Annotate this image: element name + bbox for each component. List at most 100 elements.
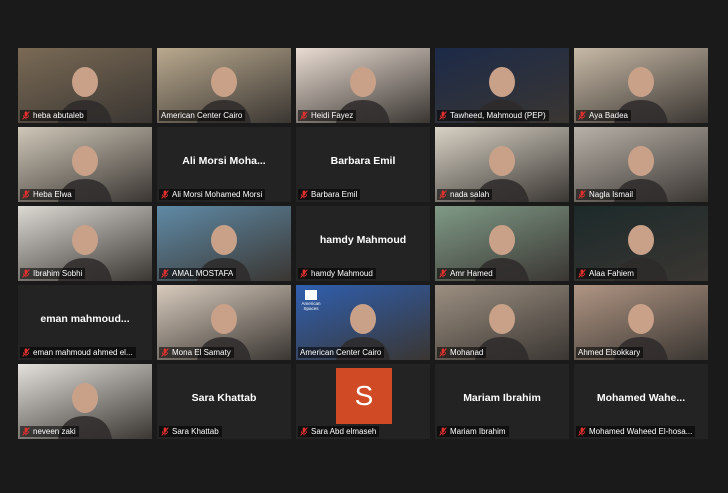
- participant-tile[interactable]: American Spaces American Center Cairo: [296, 285, 430, 360]
- participant-tile[interactable]: S Sara Abd elmaseh: [296, 364, 430, 439]
- participant-name: Alaa Fahiem: [589, 269, 634, 278]
- muted-mic-icon: [300, 111, 308, 120]
- participant-tile[interactable]: hamdy Mahmoud hamdy Mahmoud: [296, 206, 430, 281]
- participant-name-label: Mona El Samaty: [159, 347, 234, 358]
- participant-display-name: hamdy Mahmoud: [319, 234, 407, 246]
- participant-name: Ahmed Elsokkary: [578, 348, 641, 357]
- participant-display-name: Mariam Ibrahim: [463, 392, 541, 404]
- muted-mic-icon: [22, 269, 30, 278]
- participant-name-label: AMAL MOSTAFA: [159, 268, 237, 279]
- participant-tile[interactable]: Heba Elwa: [18, 127, 152, 202]
- participant-name: American Center Cairo: [300, 348, 382, 357]
- participant-name-label: Ahmed Elsokkary: [576, 347, 644, 358]
- participant-name: Sara Khattab: [172, 427, 219, 436]
- participant-name: Mohamed Waheed El-hosa...: [589, 427, 693, 436]
- participant-name: Heidi Fayez: [311, 111, 354, 120]
- participant-tile[interactable]: Alaa Fahiem: [574, 206, 708, 281]
- participant-tile[interactable]: Tawheed, Mahmoud (PEP): [435, 48, 569, 123]
- participant-name: Ibrahim Sobhi: [33, 269, 83, 278]
- participant-name: AMAL MOSTAFA: [172, 269, 234, 278]
- muted-mic-icon: [439, 427, 447, 436]
- participant-name: eman mahmoud ahmed el...: [33, 348, 133, 357]
- participant-name-label: Aya Badea: [576, 110, 631, 121]
- participant-name: Heba Elwa: [33, 190, 72, 199]
- muted-mic-icon: [161, 348, 169, 357]
- participant-display-name: Mohamed Wahe...: [596, 392, 686, 404]
- participant-name: hamdy Mahmoud: [311, 269, 373, 278]
- participant-name: Nagla Ismail: [589, 190, 634, 199]
- participant-tile[interactable]: Mohamed Wahe... Mohamed Waheed El-hosa...: [574, 364, 708, 439]
- participant-name-label: hamdy Mahmoud: [298, 268, 376, 279]
- participant-name-label: American Center Cairo: [298, 347, 385, 358]
- participant-name-label: Heba Elwa: [20, 189, 75, 200]
- muted-mic-icon: [22, 348, 30, 357]
- participant-tile[interactable]: Amr Hamed: [435, 206, 569, 281]
- participant-name-label: Heidi Fayez: [298, 110, 357, 121]
- muted-mic-icon: [161, 269, 169, 278]
- participant-name: nada salah: [450, 190, 490, 199]
- muted-mic-icon: [300, 427, 308, 436]
- participant-name: Sara Abd elmaseh: [311, 427, 377, 436]
- participant-display-name: Sara Khattab: [191, 392, 257, 404]
- muted-mic-icon: [161, 190, 169, 199]
- participant-tile[interactable]: neveen zaki: [18, 364, 152, 439]
- muted-mic-icon: [300, 190, 308, 199]
- participant-tile[interactable]: Mohanad: [435, 285, 569, 360]
- participant-name-label: Barbara Emil: [298, 189, 361, 200]
- participant-name: neveen zaki: [33, 427, 76, 436]
- participant-name-label: American Center Cairo: [159, 110, 246, 121]
- muted-mic-icon: [578, 269, 586, 278]
- participant-tile[interactable]: American Center Cairo: [157, 48, 291, 123]
- participant-name-label: eman mahmoud ahmed el...: [20, 347, 136, 358]
- participant-tile[interactable]: Barbara Emil Barbara Emil: [296, 127, 430, 202]
- participant-display-name: eman mahmoud...: [40, 313, 130, 325]
- participant-name: Tawheed, Mahmoud (PEP): [450, 111, 546, 120]
- muted-mic-icon: [300, 269, 308, 278]
- participant-tile[interactable]: Mariam Ibrahim Mariam Ibrahim: [435, 364, 569, 439]
- participant-tile[interactable]: heba abutaleb: [18, 48, 152, 123]
- american-spaces-logo: American Spaces: [300, 290, 322, 311]
- participant-tile[interactable]: Ahmed Elsokkary: [574, 285, 708, 360]
- participant-tile[interactable]: Mona El Samaty: [157, 285, 291, 360]
- participant-name-label: Nagla Ismail: [576, 189, 637, 200]
- participant-name-label: Ibrahim Sobhi: [20, 268, 86, 279]
- participant-name-label: Sara Abd elmaseh: [298, 426, 380, 437]
- participant-tile[interactable]: Ibrahim Sobhi: [18, 206, 152, 281]
- participant-tile[interactable]: eman mahmoud... eman mahmoud ahmed el...: [18, 285, 152, 360]
- participant-name: Barbara Emil: [311, 190, 358, 199]
- participant-tile[interactable]: AMAL MOSTAFA: [157, 206, 291, 281]
- participant-tile[interactable]: Sara Khattab Sara Khattab: [157, 364, 291, 439]
- participant-name-label: Mohanad: [437, 347, 487, 358]
- muted-mic-icon: [578, 427, 586, 436]
- participant-name-label: nada salah: [437, 189, 493, 200]
- muted-mic-icon: [439, 111, 447, 120]
- participant-name: American Center Cairo: [161, 111, 243, 120]
- participant-tile[interactable]: Heidi Fayez: [296, 48, 430, 123]
- participant-display-name: Ali Morsi Moha...: [182, 155, 266, 167]
- participant-name-label: Mohamed Waheed El-hosa...: [576, 426, 696, 437]
- participant-display-name: Barbara Emil: [330, 155, 396, 167]
- participant-name-label: Ali Morsi Mohamed Morsi: [159, 189, 266, 200]
- participant-tile[interactable]: nada salah: [435, 127, 569, 202]
- muted-mic-icon: [578, 111, 586, 120]
- participant-name-label: Amr Hamed: [437, 268, 496, 279]
- muted-mic-icon: [22, 427, 30, 436]
- muted-mic-icon: [22, 111, 30, 120]
- participant-name: Aya Badea: [589, 111, 628, 120]
- participant-name-label: Tawheed, Mahmoud (PEP): [437, 110, 549, 121]
- participant-name-label: Sara Khattab: [159, 426, 222, 437]
- participant-avatar: S: [336, 368, 392, 424]
- muted-mic-icon: [439, 269, 447, 278]
- muted-mic-icon: [161, 427, 169, 436]
- participant-name-label: Alaa Fahiem: [576, 268, 637, 279]
- participant-name: Mohanad: [450, 348, 484, 357]
- participant-name: Mariam Ibrahim: [450, 427, 506, 436]
- muted-mic-icon: [439, 348, 447, 357]
- participant-tile[interactable]: Aya Badea: [574, 48, 708, 123]
- participant-name-label: neveen zaki: [20, 426, 79, 437]
- muted-mic-icon: [439, 190, 447, 199]
- participant-tile[interactable]: Ali Morsi Moha... Ali Morsi Mohamed Morsi: [157, 127, 291, 202]
- participant-name: Amr Hamed: [450, 269, 493, 278]
- participant-tile[interactable]: Nagla Ismail: [574, 127, 708, 202]
- zoom-gallery-window: heba abutaleb American Center Cairo Heidi …: [0, 0, 728, 493]
